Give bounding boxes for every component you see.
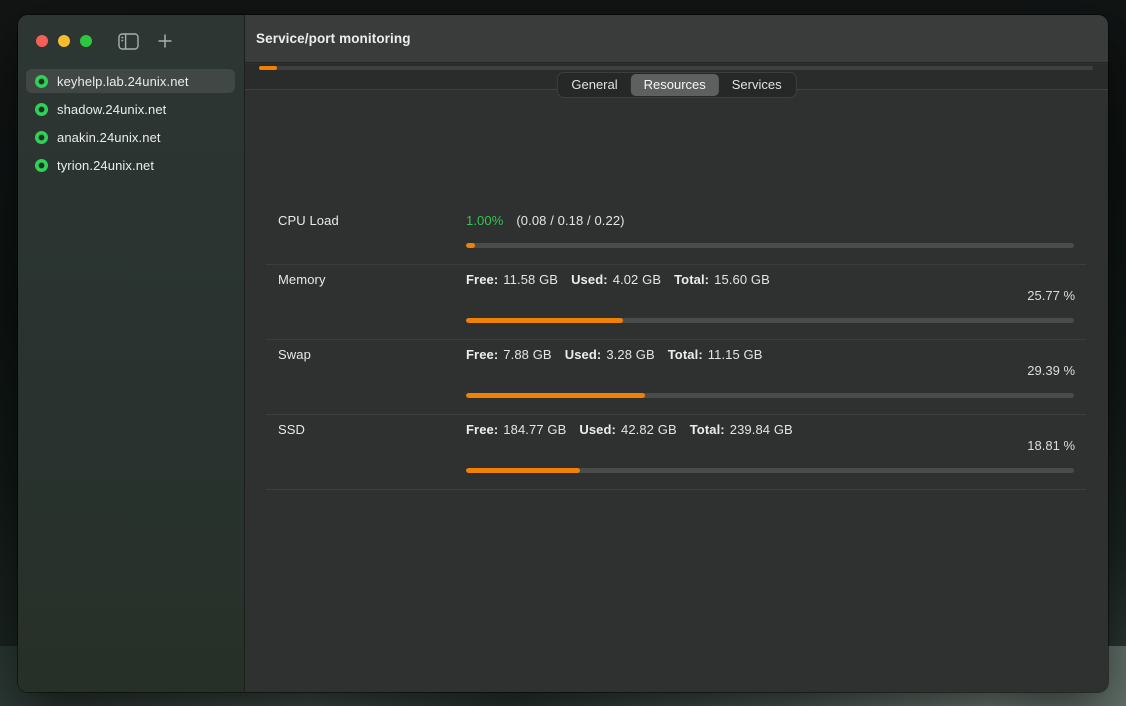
used-label: Used: — [571, 272, 608, 287]
row-divider — [266, 339, 1086, 340]
total-label: Total: — [668, 347, 703, 362]
view-tabs: General Resources Services — [556, 72, 796, 98]
ssd-used: 42.82 GB — [621, 422, 677, 437]
swap-bar — [466, 393, 1074, 398]
server-online-icon — [35, 131, 48, 144]
free-label: Free: — [466, 422, 498, 437]
memory-percent: 25.77 % — [1027, 288, 1075, 303]
memory-bar-fill — [466, 318, 623, 323]
free-label: Free: — [466, 347, 498, 362]
swap-values: Free: 7.88 GB Used: 3.28 GB Total: 11.15 GB — [466, 347, 763, 362]
sidebar-item-tyrion[interactable]: tyrion.24unix.net — [26, 153, 235, 177]
ssd-total: 239.84 GB — [730, 422, 793, 437]
zoom-button[interactable] — [80, 35, 92, 47]
server-online-icon — [35, 159, 48, 172]
refresh-progress-bar — [259, 66, 1093, 70]
row-divider — [266, 264, 1086, 265]
memory-total: 15.60 GB — [714, 272, 770, 287]
cpu-load-value: 1.00% (0.08 / 0.18 / 0.22) — [466, 213, 625, 228]
cpu-percent: 1.00% — [466, 213, 503, 228]
app-window: keyhelp.lab.24unix.net shadow.24unix.net… — [18, 15, 1108, 692]
ssd-values: Free: 184.77 GB Used: 42.82 GB Total: 239.84 … — [466, 422, 793, 437]
used-label: Used: — [565, 347, 602, 362]
sidebar: keyhelp.lab.24unix.net shadow.24unix.net… — [18, 15, 245, 692]
ssd-free: 184.77 GB — [503, 422, 566, 437]
cpu-load-bar-fill — [466, 243, 475, 248]
content-pane: Service/port monitoring General Resource… — [245, 15, 1108, 692]
close-button[interactable] — [36, 35, 48, 47]
swap-label: Swap — [278, 347, 311, 362]
memory-label: Memory — [278, 272, 326, 287]
total-label: Total: — [690, 422, 725, 437]
window-controls — [36, 35, 92, 47]
row-divider — [266, 414, 1086, 415]
ssd-bar-fill — [466, 468, 580, 473]
tab-general[interactable]: General — [558, 74, 630, 96]
memory-used: 4.02 GB — [613, 272, 661, 287]
server-name: keyhelp.lab.24unix.net — [57, 74, 189, 89]
add-server-icon[interactable] — [157, 33, 173, 49]
server-online-icon — [35, 75, 48, 88]
free-label: Free: — [466, 272, 498, 287]
sidebar-item-shadow[interactable]: shadow.24unix.net — [26, 97, 235, 121]
ssd-bar — [466, 468, 1074, 473]
memory-bar — [466, 318, 1074, 323]
tab-resources[interactable]: Resources — [631, 74, 719, 96]
swap-bar-fill — [466, 393, 645, 398]
tab-services[interactable]: Services — [719, 74, 795, 96]
sidebar-item-keyhelp[interactable]: keyhelp.lab.24unix.net — [26, 69, 235, 93]
sidebar-item-anakin[interactable]: anakin.24unix.net — [26, 125, 235, 149]
swap-free: 7.88 GB — [503, 347, 551, 362]
swap-used: 3.28 GB — [606, 347, 654, 362]
titlebar[interactable]: Service/port monitoring — [245, 15, 1108, 63]
page-title: Service/port monitoring — [256, 31, 411, 46]
server-list: keyhelp.lab.24unix.net shadow.24unix.net… — [26, 69, 235, 181]
row-divider — [266, 489, 1086, 490]
used-label: Used: — [579, 422, 616, 437]
refresh-progress-fill — [259, 66, 277, 70]
resources-panel: CPU Load 1.00% (0.08 / 0.18 / 0.22) Memor… — [245, 91, 1108, 692]
server-online-icon — [35, 103, 48, 116]
cpu-load-averages: (0.08 / 0.18 / 0.22) — [516, 213, 624, 228]
server-name: tyrion.24unix.net — [57, 158, 154, 173]
ssd-label: SSD — [278, 422, 305, 437]
minimize-button[interactable] — [58, 35, 70, 47]
swap-total: 11.15 GB — [708, 347, 763, 362]
server-name: anakin.24unix.net — [57, 130, 161, 145]
toggle-sidebar-icon[interactable] — [118, 33, 139, 50]
memory-free: 11.58 GB — [503, 272, 558, 287]
swap-percent: 29.39 % — [1027, 363, 1075, 378]
cpu-load-bar — [466, 243, 1074, 248]
server-name: shadow.24unix.net — [57, 102, 166, 117]
ssd-percent: 18.81 % — [1027, 438, 1075, 453]
total-label: Total: — [674, 272, 709, 287]
memory-values: Free: 11.58 GB Used: 4.02 GB Total: 15.60 GB — [466, 272, 770, 287]
cpu-load-label: CPU Load — [278, 213, 339, 228]
